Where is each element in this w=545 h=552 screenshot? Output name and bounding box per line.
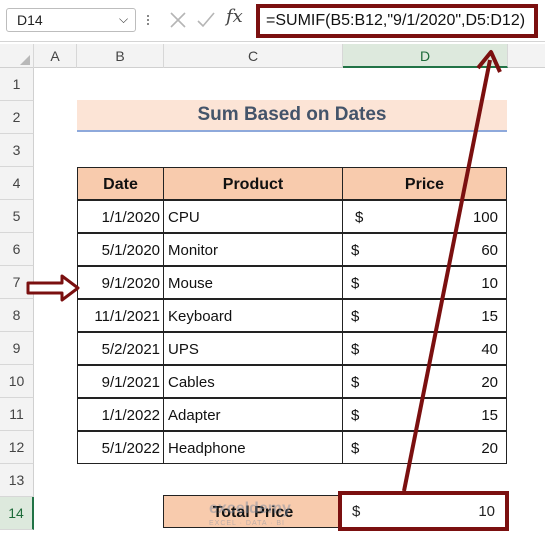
column-header-row: A B C D: [0, 44, 545, 68]
price-cell[interactable]: $ 60: [342, 233, 507, 266]
date-cell[interactable]: 1/1/2022: [77, 398, 164, 431]
product-cell[interactable]: CPU: [163, 200, 343, 233]
formula-bar-grip[interactable]: [144, 8, 152, 32]
row-header[interactable]: 10: [0, 365, 34, 398]
row-header[interactable]: 7: [0, 266, 34, 299]
name-box-value: D14: [17, 12, 43, 28]
total-price-cell[interactable]: $ 10: [338, 491, 509, 531]
watermark-tagline: EXCEL · DATA · BI: [209, 520, 285, 527]
currency-symbol: $: [352, 503, 361, 520]
enter-check-icon[interactable]: [194, 8, 218, 32]
product-cell[interactable]: Mouse: [163, 266, 343, 299]
row-header[interactable]: 6: [0, 233, 34, 266]
product-cell[interactable]: Headphone: [163, 431, 343, 464]
price-cell[interactable]: $ 20: [342, 431, 507, 464]
price-value: 15: [481, 308, 498, 325]
column-header-a[interactable]: A: [34, 44, 77, 68]
row-header[interactable]: 8: [0, 299, 34, 332]
price-value: 10: [481, 275, 498, 292]
sheet-title: Sum Based on Dates: [197, 104, 387, 125]
price-cell[interactable]: $ 100: [342, 200, 507, 233]
row-header[interactable]: 11: [0, 398, 34, 431]
currency-symbol: $: [351, 407, 360, 424]
header-product[interactable]: Product: [163, 167, 343, 200]
product-cell[interactable]: Cables: [163, 365, 343, 398]
currency-symbol: $: [351, 308, 360, 325]
exceldemy-watermark-logo: exceldemy EXCEL · DATA · BI: [195, 500, 355, 534]
total-price-value: 10: [478, 503, 495, 520]
price-value: 40: [481, 341, 498, 358]
column-header-b[interactable]: B: [77, 44, 164, 68]
currency-symbol: $: [351, 242, 360, 259]
row-header[interactable]: 4: [0, 167, 34, 200]
product-cell[interactable]: UPS: [163, 332, 343, 365]
date-cell[interactable]: 9/1/2021: [77, 365, 164, 398]
row-header[interactable]: 9: [0, 332, 34, 365]
currency-symbol: $: [351, 341, 360, 358]
price-cell[interactable]: $ 15: [342, 299, 507, 332]
column-header-d[interactable]: D: [343, 44, 508, 68]
price-value: 100: [472, 209, 498, 226]
price-cell[interactable]: $ 40: [342, 332, 507, 365]
row-header[interactable]: 12: [0, 431, 34, 464]
column-header-c[interactable]: C: [164, 44, 343, 68]
header-date[interactable]: Date: [77, 167, 164, 200]
header-price[interactable]: Price: [342, 167, 507, 200]
formula-text: =SUMIF(B5:B12,"9/1/2020",D5:D12): [266, 12, 526, 29]
price-value: 20: [481, 374, 498, 391]
cancel-icon[interactable]: [166, 8, 190, 32]
date-cell[interactable]: 5/1/2022: [77, 431, 164, 464]
row-header[interactable]: 1: [0, 68, 34, 101]
currency-symbol: $: [351, 275, 360, 292]
row-header[interactable]: 5: [0, 200, 34, 233]
price-cell[interactable]: $ 15: [342, 398, 507, 431]
select-all-corner[interactable]: [0, 44, 34, 68]
date-cell[interactable]: 1/1/2020: [77, 200, 164, 233]
price-value: 15: [481, 407, 498, 424]
price-value: 60: [481, 242, 498, 259]
price-cell[interactable]: $ 20: [342, 365, 507, 398]
currency-symbol: $: [351, 374, 360, 391]
price-cell[interactable]: $ 10: [342, 266, 507, 299]
formula-input[interactable]: =SUMIF(B5:B12,"9/1/2020",D5:D12): [256, 4, 538, 38]
right-arrow-icon: [26, 274, 80, 302]
product-cell[interactable]: Keyboard: [163, 299, 343, 332]
currency-symbol: $: [355, 209, 364, 226]
row-header[interactable]: 2: [0, 101, 34, 134]
product-cell[interactable]: Adapter: [163, 398, 343, 431]
row-header[interactable]: 13: [0, 464, 34, 497]
fx-icon[interactable]: fx: [226, 6, 250, 32]
date-cell[interactable]: 11/1/2021: [77, 299, 164, 332]
title-cell[interactable]: Sum Based on Dates: [77, 100, 507, 132]
product-cell[interactable]: Monitor: [163, 233, 343, 266]
watermark-name: exceldemy: [209, 500, 291, 517]
formula-bar: D14 ⌵ fx =SUMIF(B5:B12,"9/1/2020",D5:D12…: [0, 0, 545, 42]
date-cell[interactable]: 9/1/2020: [77, 266, 164, 299]
date-cell[interactable]: 5/2/2021: [77, 332, 164, 365]
date-cell[interactable]: 5/1/2020: [77, 233, 164, 266]
row-header[interactable]: 14: [0, 497, 34, 530]
currency-symbol: $: [351, 440, 360, 457]
price-value: 20: [481, 440, 498, 457]
row-header[interactable]: 3: [0, 134, 34, 167]
chevron-down-icon[interactable]: ⌵: [119, 12, 128, 27]
name-box[interactable]: D14 ⌵: [6, 8, 136, 32]
